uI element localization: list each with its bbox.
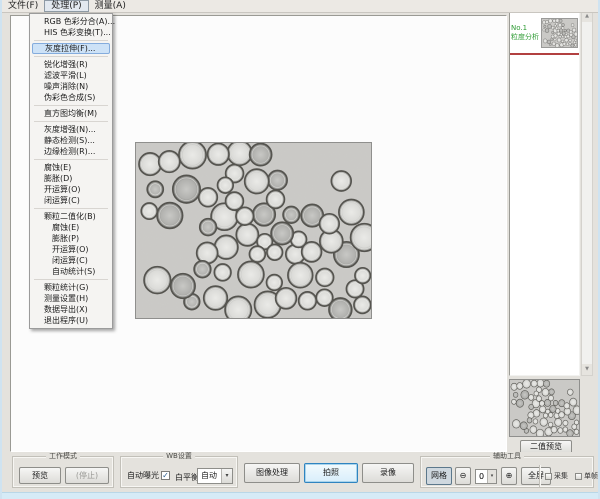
menu-item[interactable]: 退出程序(U) [30,315,112,326]
capture-button[interactable]: 拍照 [304,463,358,483]
menu-item[interactable]: 噪声消除(N) [30,81,112,92]
menu-item[interactable]: 数据导出(X) [30,304,112,315]
mode-groupbox: 工作模式 预览 (停止) [12,456,114,488]
aux-groupbox: 辅助工具 网格 ⊖ 0 ▾ ⊕ 全屏 采集单帧连拍定时 [420,456,594,488]
menu-item[interactable]: 开运算(O) [30,244,112,255]
aux-toggles: 采集单帧连拍定时 [545,471,600,481]
statusbar [2,492,598,499]
menu-separator [34,159,108,160]
checkbox-check-icon: ✓ [161,471,170,480]
stop-button[interactable]: (停止) [65,467,109,484]
menu-item[interactable]: 灰度拉伸(F)... [32,43,110,54]
chevron-down-icon[interactable]: ▾ [221,469,232,483]
menu-item[interactable]: RGB 色彩分合(A)... [30,16,112,27]
toolbar: 工作模式 预览 (停止) WB设置 自动曝光 ✓ 白平衡: 自动 ▾ 图像处理 … [2,452,598,492]
grid-button[interactable]: 网格 [426,467,452,485]
thumbnail-label-line2: 粒度分析 [511,33,541,42]
toggle-label: 采集 [554,471,568,481]
thumbnail-image[interactable] [541,18,578,48]
wb-select[interactable]: 自动 ▾ [197,468,233,484]
thumbnail-list[interactable]: No.1 粒度分析 [509,10,580,376]
record-button[interactable]: 录像 [362,463,414,483]
wb-groupbox: WB设置 自动曝光 ✓ 白平衡: 自动 ▾ [120,456,238,488]
menu-item[interactable]: 颗粒统计(G) [30,282,112,293]
menu-process[interactable]: 处理(P) [44,0,88,12]
specimen-image [135,142,372,319]
menu-item[interactable]: 锐化增强(R) [30,59,112,70]
menu-item[interactable]: 闭运算(C) [30,195,112,206]
scroll-down-icon[interactable]: ▼ [582,364,592,375]
thumbnail-meta: No.1 粒度分析 [511,24,541,42]
app-window: 文件(F)处理(P)测量(A) RGB 色彩分合(A)...HIS 色彩变换(T… [0,0,600,499]
toggle-icon [545,473,552,480]
menu-separator [34,208,108,209]
auto-exposure-label: 自动曝光 [127,470,159,481]
zoom-out-icon[interactable]: ⊖ [455,467,471,485]
image-process-button[interactable]: 图像处理 [244,463,300,483]
thumbnail-list-item[interactable]: No.1 粒度分析 [510,11,579,55]
aux-toggle[interactable]: 单帧 [575,471,598,481]
menu-item[interactable]: 腐蚀(E) [30,162,112,173]
zoom-level-value: 0 [479,472,484,481]
menu-separator [34,279,108,280]
thumbnail-scrollbar[interactable]: ▲ ▼ [581,10,593,376]
menu-item[interactable]: 静态检测(S)... [30,135,112,146]
wb-group-label: WB设置 [163,452,195,461]
preview-image[interactable] [510,380,579,436]
toolbar-divider [539,465,540,487]
menu-item[interactable]: 腐蚀(E) [30,222,112,233]
thumbnail-label-line1: No.1 [511,24,541,33]
menu-file[interactable]: 文件(F) [2,0,44,12]
menu-separator [34,56,108,57]
menu-item[interactable]: HIS 色彩变换(T)... [30,27,112,38]
menu-measure[interactable]: 测量(A) [89,0,132,12]
menu-item[interactable]: 边缘检测(R)... [30,146,112,157]
menu-item[interactable]: 开运算(O) [30,184,112,195]
menu-item[interactable]: 伪彩色合成(S) [30,92,112,103]
mode-group-label: 工作模式 [46,452,80,461]
process-menu-dropdown: RGB 色彩分合(A)...HIS 色彩变换(T)... 灰度拉伸(F)... 锐化… [29,13,113,329]
menubar: 文件(F)处理(P)测量(A) [2,0,598,13]
menu-item[interactable]: 测量设置(H) [30,293,112,304]
menu-item[interactable]: 膨胀(D) [30,173,112,184]
menu-separator [34,121,108,122]
menu-item[interactable]: 膨胀(P) [30,233,112,244]
wb-select-value: 自动 [201,471,217,480]
aux-group-label: 辅助工具 [490,452,524,461]
zoom-level-spinner[interactable]: 0 ▾ [475,469,497,484]
zoom-in-icon[interactable]: ⊕ [501,467,517,485]
aux-toggle[interactable]: 采集 [545,471,568,481]
auto-exposure-checkbox[interactable]: 自动曝光 ✓ [127,470,170,481]
menu-item[interactable]: 直方图均衡(M) [30,108,112,119]
menu-item[interactable]: 自动统计(S) [30,266,112,277]
menu-separator [34,40,108,41]
spinner-chevron-icon[interactable]: ▾ [487,470,496,483]
menu-item[interactable]: 闭运算(C) [30,255,112,266]
toggle-icon [575,473,582,480]
menu-item[interactable]: 颗粒二值化(B) [30,211,112,222]
menu-item[interactable]: 灰度增强(N)... [30,124,112,135]
preview-panel [509,379,580,437]
menu-item[interactable]: 滤波平滑(L) [30,70,112,81]
menu-separator [34,105,108,106]
toggle-label: 单帧 [584,471,598,481]
preview-button[interactable]: 预览 [19,467,61,484]
